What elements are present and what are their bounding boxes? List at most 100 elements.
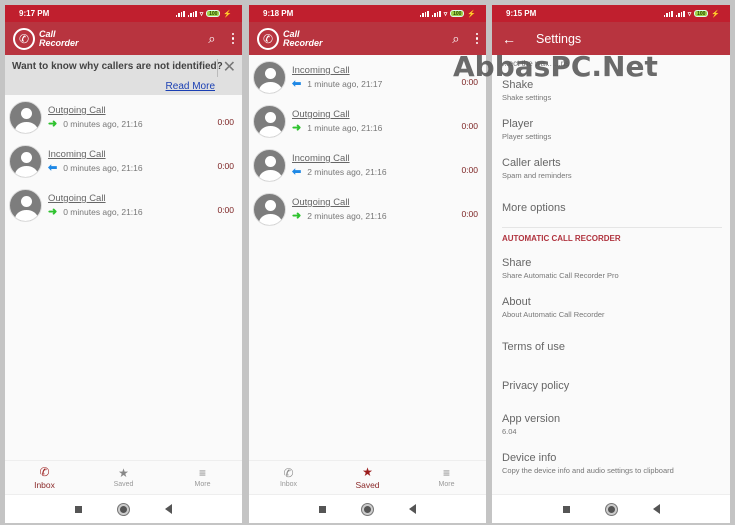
- item-title: About: [502, 296, 531, 308]
- settings-item-share[interactable]: Share Share Automatic Call Recorder Pro: [502, 249, 730, 288]
- nav-inbox[interactable]: ✆ Inbox: [5, 461, 84, 494]
- item-subtitle: Player settings: [502, 132, 552, 141]
- back-button[interactable]: [165, 504, 172, 514]
- back-arrow-icon[interactable]: ←: [502, 31, 516, 47]
- back-button[interactable]: [409, 504, 416, 514]
- settings-item-shake[interactable]: Shake Shake settings: [502, 71, 730, 110]
- call-time: 0 minutes ago, 21:16: [63, 163, 143, 173]
- banner-question: Want to know why callers are not identif…: [12, 61, 223, 72]
- call-item[interactable]: Incoming Call ⬅ 0 minutes ago, 21:16 0:00: [5, 139, 242, 183]
- call-title[interactable]: Incoming Call: [48, 149, 236, 160]
- outgoing-arrow-icon: ➜: [292, 210, 302, 222]
- avatar: [9, 144, 42, 178]
- recents-button[interactable]: [75, 505, 82, 513]
- clock: 9:18 PM: [263, 9, 294, 18]
- call-item[interactable]: Outgoing Call ➜ 0 minutes ago, 21:16 0:00: [5, 183, 242, 227]
- call-item[interactable]: Outgoing Call ➜ 0 minutes ago, 21:16 0:00: [5, 95, 242, 139]
- call-time: 2 minutes ago, 21:16: [307, 211, 387, 221]
- nav-label: Saved: [355, 479, 380, 490]
- item-subtitle: 6.04: [502, 427, 517, 436]
- star-icon: ★: [362, 464, 373, 479]
- search-icon[interactable]: ⌕: [452, 31, 459, 47]
- home-button[interactable]: [605, 503, 617, 515]
- call-title[interactable]: Outgoing Call: [292, 109, 480, 120]
- app-bar: ← Settings: [492, 22, 730, 55]
- phone-icon: ✆: [257, 27, 279, 50]
- settings-item-terms[interactable]: Terms of use: [502, 327, 730, 366]
- call-item[interactable]: Outgoing Call ➜ 1 minute ago, 21:16 0:00: [249, 99, 486, 143]
- outgoing-arrow-icon: ➜: [48, 118, 58, 130]
- call-item[interactable]: Outgoing Call ➜ 2 minutes ago, 21:16 0:00: [249, 187, 486, 231]
- incoming-arrow-icon: ⬅: [48, 162, 58, 174]
- item-subtitle: Share Automatic Call Recorder Pro: [502, 271, 619, 280]
- nav-label: More: [194, 481, 211, 488]
- signal-icon: [431, 10, 441, 17]
- call-duration: 0:00: [217, 161, 234, 171]
- call-duration: 0:00: [461, 209, 478, 219]
- nav-more[interactable]: ≡ More: [163, 461, 242, 494]
- item-title: More options: [502, 201, 566, 214]
- back-button[interactable]: [652, 504, 660, 514]
- avatar: [253, 192, 286, 226]
- page-title: Settings: [536, 31, 582, 46]
- item-title: Terms of use: [502, 340, 565, 353]
- clock: 9:17 PM: [19, 9, 50, 18]
- call-title[interactable]: Outgoing Call: [48, 105, 236, 116]
- call-item[interactable]: Incoming Call ⬅ 1 minute ago, 21:17 0:00: [249, 55, 486, 99]
- overflow-menu-icon[interactable]: [475, 32, 478, 45]
- item-title: Caller alerts: [502, 157, 561, 169]
- close-icon[interactable]: ✕: [223, 57, 236, 77]
- settings-item-partial[interactable]: ...ect the wa... ...ns: [502, 55, 730, 71]
- call-duration: 0:00: [461, 77, 478, 87]
- recents-button[interactable]: [562, 505, 570, 513]
- call-title[interactable]: Outgoing Call: [48, 193, 236, 204]
- system-nav-bar: [249, 494, 486, 523]
- menu-icon: ≡: [198, 466, 206, 480]
- star-icon: ★: [118, 466, 129, 480]
- call-time: 1 minute ago, 21:17: [307, 79, 383, 89]
- home-button[interactable]: [362, 503, 373, 515]
- section-header: AUTOMATIC CALL RECORDER: [502, 227, 722, 249]
- call-time: 0 minutes ago, 21:16: [63, 119, 143, 129]
- system-nav-bar: [5, 494, 242, 523]
- settings-item-privacy[interactable]: Privacy policy: [502, 366, 730, 405]
- avatar: [9, 100, 42, 134]
- settings-item-device-info[interactable]: Device info Copy the device info and audi…: [502, 444, 730, 483]
- avatar: [253, 148, 286, 182]
- settings-item-app-version[interactable]: App version 6.04: [502, 405, 730, 444]
- overflow-menu-icon[interactable]: [231, 32, 234, 45]
- call-duration: 0:00: [217, 117, 234, 127]
- settings-item-player[interactable]: Player Player settings: [502, 110, 730, 149]
- avatar: [253, 104, 286, 138]
- status-bar: 9:17 PM ▿ 100 ⚡: [5, 5, 242, 22]
- call-title[interactable]: Incoming Call: [292, 153, 480, 164]
- call-item[interactable]: Incoming Call ⬅ 2 minutes ago, 21:16 0:00: [249, 143, 486, 187]
- nav-more[interactable]: ≡ More: [407, 461, 486, 494]
- nav-saved[interactable]: ★ Saved: [84, 461, 163, 494]
- settings-item-more-options[interactable]: More options: [502, 188, 730, 227]
- read-more-link[interactable]: Read More: [166, 81, 215, 92]
- settings-item-about[interactable]: About About Automatic Call Recorder: [502, 288, 730, 327]
- phone-icon: ✆: [39, 464, 50, 479]
- home-button[interactable]: [118, 503, 129, 515]
- clock: 9:15 PM: [506, 9, 537, 18]
- item-subtitle: Copy the device info and audio settings …: [502, 466, 674, 475]
- signal-icon: [419, 10, 429, 17]
- settings-item-caller-alerts[interactable]: Caller alerts Spam and reminders: [502, 149, 730, 188]
- nav-saved[interactable]: ★ Saved: [328, 461, 407, 494]
- status-bar: 9:18 PM ▿ 100 ⚡: [249, 5, 486, 22]
- item-title: Device info: [502, 452, 557, 464]
- nav-inbox[interactable]: ✆ Inbox: [249, 461, 328, 494]
- battery-icon: 100: [450, 10, 465, 17]
- wifi-icon: ▿: [443, 10, 448, 18]
- search-icon[interactable]: ⌕: [208, 31, 215, 47]
- bottom-nav: ✆ Inbox ★ Saved ≡ More: [5, 460, 242, 494]
- logo-line2: Recorder: [283, 37, 323, 48]
- call-title[interactable]: Incoming Call: [292, 65, 480, 76]
- call-title[interactable]: Outgoing Call: [292, 197, 480, 208]
- app-bar: ✆ Call Recorder ⌕: [249, 22, 486, 55]
- item-title: Privacy policy: [502, 379, 570, 392]
- settings-list: ...ect the wa... ...ns Shake Shake settin…: [492, 55, 730, 483]
- call-time: 2 minutes ago, 21:16: [307, 167, 387, 177]
- recents-button[interactable]: [319, 505, 326, 513]
